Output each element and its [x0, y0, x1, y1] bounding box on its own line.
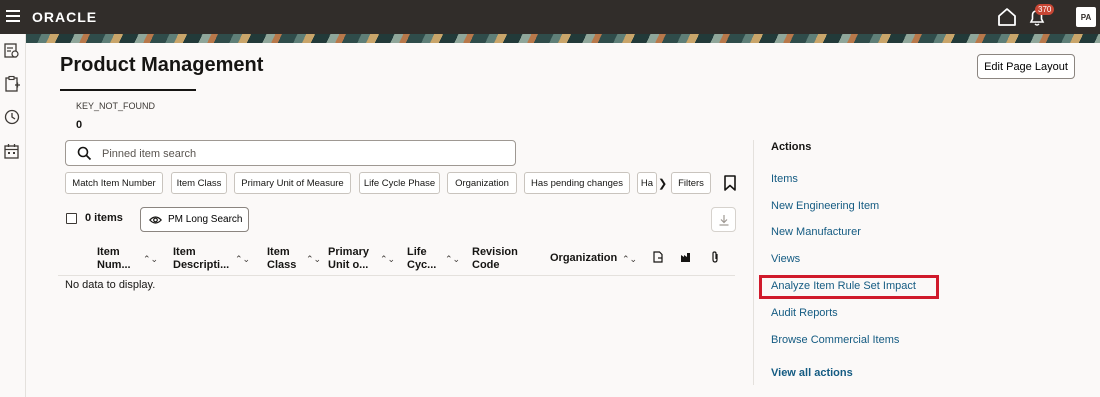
- sort-icon[interactable]: ⌃⌄: [445, 253, 460, 266]
- no-data-message: No data to display.: [65, 279, 156, 291]
- highlight-box: [759, 275, 939, 299]
- column-header-item-description[interactable]: Item Descripti... ⌃⌄: [173, 246, 250, 272]
- title-underline: [60, 89, 196, 91]
- sort-icon[interactable]: ⌃⌄: [306, 253, 321, 266]
- search-icon: [77, 146, 92, 161]
- action-new-manufacturer-link[interactable]: New Manufacturer: [771, 226, 861, 238]
- oracle-logo: ORACLE: [32, 9, 98, 25]
- action-views-link[interactable]: Views: [771, 253, 800, 265]
- sort-icon[interactable]: ⌃⌄: [143, 253, 158, 266]
- filter-chip-life-cycle-phase[interactable]: Life Cycle Phase: [359, 172, 440, 194]
- page-title: Product Management: [60, 54, 264, 76]
- left-rail: [0, 34, 26, 397]
- action-browse-commercial-items-link[interactable]: Browse Commercial Items: [771, 334, 899, 346]
- filters-button[interactable]: Filters: [671, 172, 711, 194]
- sort-icon[interactable]: ⌃⌄: [380, 253, 395, 266]
- actions-divider: [753, 140, 754, 385]
- bookmark-icon[interactable]: [723, 175, 737, 191]
- history-icon[interactable]: [3, 108, 21, 126]
- filter-chip-item-class[interactable]: Item Class: [171, 172, 227, 194]
- action-audit-reports-link[interactable]: Audit Reports: [771, 307, 838, 319]
- column-header-organization[interactable]: Organization ⌃⌄: [550, 252, 637, 266]
- column-header-primary-unit[interactable]: Primary Unit o... ⌃⌄: [328, 246, 395, 272]
- notification-count-badge: 370: [1035, 4, 1055, 15]
- edit-page-layout-button[interactable]: Edit Page Layout: [977, 54, 1075, 79]
- column-header-item-class[interactable]: Item Class ⌃⌄: [267, 246, 321, 272]
- pinned-search-box: [65, 140, 516, 166]
- calendar-icon[interactable]: [3, 142, 21, 160]
- sort-icon[interactable]: ⌃⌄: [622, 253, 637, 266]
- pinned-item-search-input[interactable]: [102, 145, 502, 162]
- eye-icon: [149, 215, 162, 224]
- kpi-label: KEY_NOT_FOUND: [76, 101, 156, 111]
- user-avatar[interactable]: PA: [1076, 7, 1096, 27]
- column-header-item-number[interactable]: Item Num... ⌃⌄: [97, 246, 158, 272]
- view-all-actions-link[interactable]: View all actions: [771, 367, 853, 379]
- items-count: 0 items: [85, 212, 123, 224]
- menu-icon[interactable]: [6, 10, 20, 22]
- filter-chip-match-item-number[interactable]: Match Item Number: [65, 172, 163, 194]
- decorative-banner: [26, 34, 1100, 43]
- column-header-life-cycle[interactable]: Life Cyc... ⌃⌄: [407, 246, 460, 272]
- filter-chip-organization[interactable]: Organization: [447, 172, 517, 194]
- action-new-engineering-item-link[interactable]: New Engineering Item: [771, 200, 879, 212]
- sort-icon[interactable]: ⌃⌄: [235, 253, 250, 266]
- clipboard-add-icon[interactable]: [3, 75, 21, 93]
- select-all-checkbox[interactable]: [66, 213, 77, 224]
- download-icon: [719, 214, 728, 226]
- actions-title: Actions: [771, 141, 812, 153]
- filter-chip-truncated[interactable]: Ha: [637, 172, 657, 194]
- filter-chip-has-pending-changes[interactable]: Has pending changes: [524, 172, 630, 194]
- chevron-right-icon[interactable]: ❯: [658, 177, 667, 190]
- kpi-value: 0: [76, 119, 83, 131]
- table-header-divider: [58, 275, 735, 276]
- home-icon[interactable]: [996, 7, 1018, 27]
- download-button[interactable]: [711, 207, 736, 232]
- filter-chip-primary-unit[interactable]: Primary Unit of Measure: [234, 172, 351, 194]
- column-header-revision-code[interactable]: Revision Code: [472, 246, 532, 272]
- global-header: ORACLE 370 PA: [0, 0, 1100, 34]
- search-list-icon[interactable]: [3, 42, 21, 60]
- saved-search-label: PM Long Search: [168, 214, 243, 225]
- document-icon: [653, 251, 663, 263]
- attachment-icon: [712, 251, 718, 263]
- saved-search-button[interactable]: PM Long Search: [140, 207, 249, 232]
- factory-icon: [681, 253, 690, 262]
- action-items-link[interactable]: Items: [771, 173, 798, 185]
